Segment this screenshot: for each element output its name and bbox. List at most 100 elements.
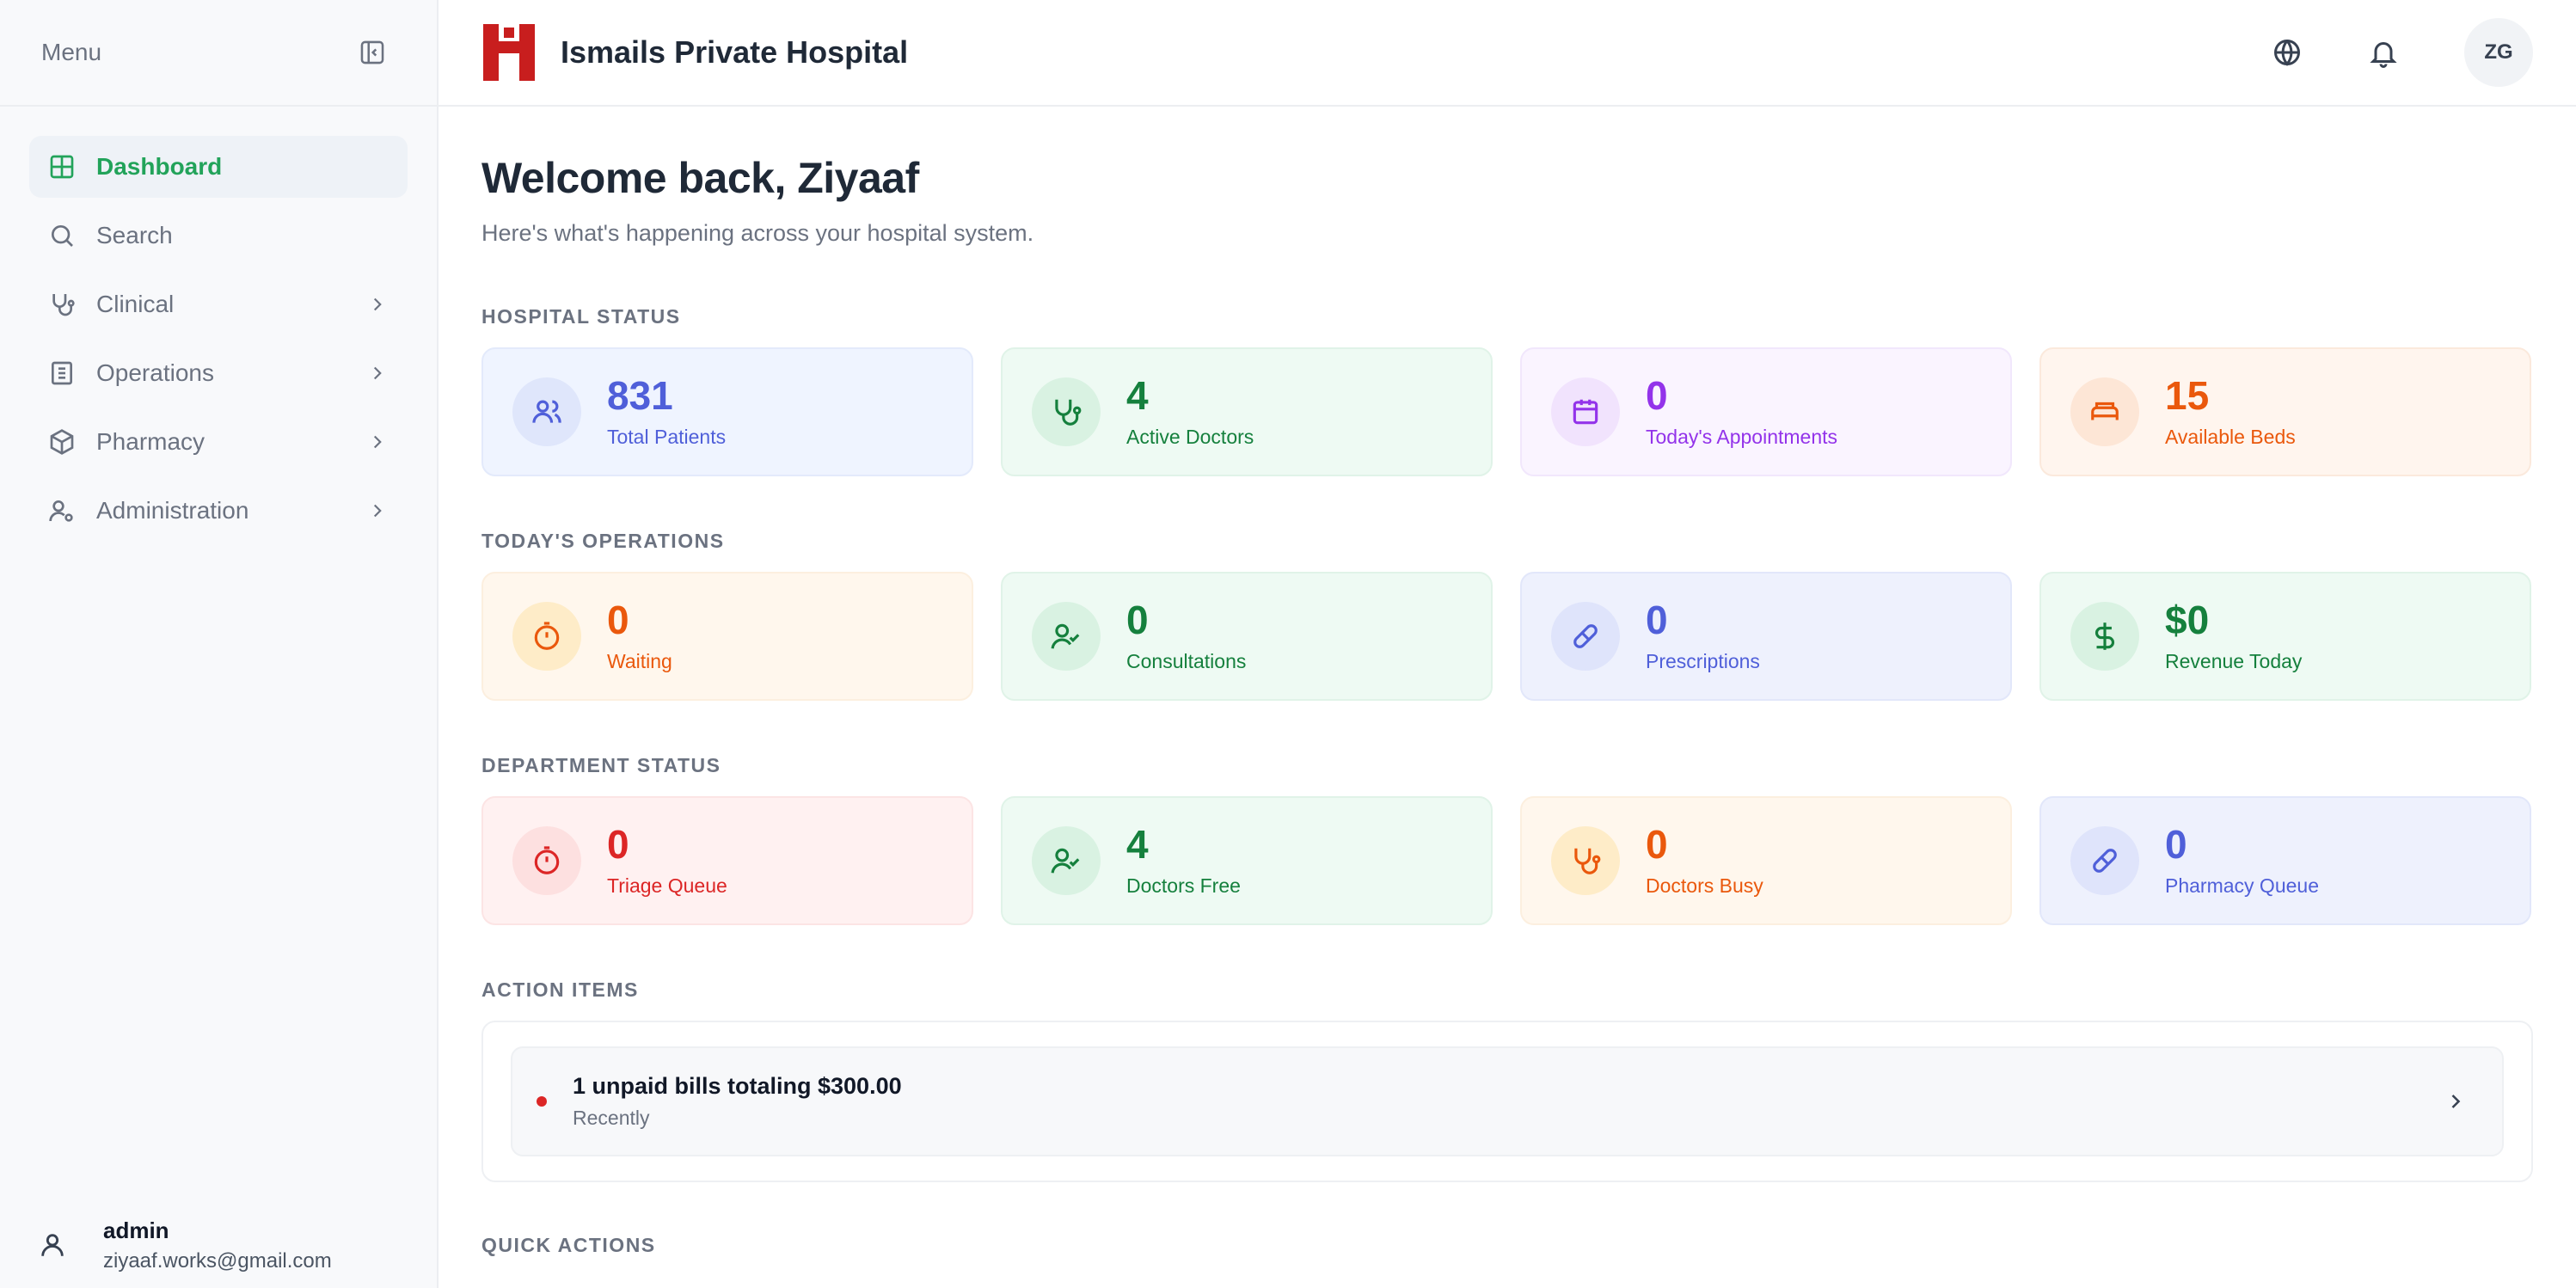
sidebar-item-label: Search (96, 222, 173, 248)
bed-icon-wrap (2070, 377, 2139, 446)
hospital-name: Ismails Private Hospital (561, 34, 909, 70)
sidebar-item-search[interactable]: Search (29, 205, 408, 267)
department-status-grid: 0 Triage Queue 4 Doctors Free 0 Doctors … (481, 796, 2533, 925)
section-label-hospital-status: HOSPITAL STATUS (481, 305, 681, 328)
stethoscope-icon-wrap (1032, 377, 1101, 446)
hospital-status-grid: 831 Total Patients 4 Active Doctors 0 To… (481, 347, 2533, 476)
timer-icon-wrap (512, 602, 581, 671)
chevron-right-icon (373, 366, 382, 380)
stat-label: Waiting (607, 649, 672, 672)
user-profile[interactable]: admin ziyaaf.works@gmail.com (0, 1202, 437, 1288)
stat-value: 0 (2165, 821, 2187, 867)
user-email: ziyaaf.works@gmail.com (103, 1248, 332, 1273)
stat-value: 0 (1646, 821, 1668, 867)
avatar[interactable]: ZG (2464, 18, 2533, 87)
stat-label: Consultations (1126, 649, 1247, 672)
sidebar-item-label: Operations (96, 359, 214, 386)
building-icon (52, 361, 72, 385)
top-bar: Ismails Private Hospital ZG (439, 0, 2576, 107)
stat-card-active-doctors[interactable]: 4 Active Doctors (1001, 347, 1493, 476)
stat-value: 0 (1646, 372, 1668, 418)
chevron-right-icon (373, 504, 382, 518)
chevron-right-icon (373, 435, 382, 449)
section-label-todays-operations: TODAY'S OPERATIONS (481, 530, 725, 552)
stat-card-doctors-free[interactable]: 4 Doctors Free (1001, 796, 1493, 925)
stethoscope-icon (52, 294, 75, 316)
chevron-right-icon (2451, 1095, 2461, 1108)
stat-card-doctors-busy[interactable]: 0 Doctors Busy (1520, 796, 2012, 925)
stat-label: Active Doctors (1126, 425, 1254, 448)
sidebar-item-dashboard[interactable]: Dashboard (29, 136, 408, 198)
sidebar-header: Menu (0, 0, 437, 107)
timer-icon-wrap (512, 826, 581, 895)
stat-label: Pharmacy Queue (2165, 874, 2319, 897)
pill-icon (2093, 849, 2117, 873)
timer-icon (534, 622, 560, 650)
stat-label: Prescriptions (1646, 649, 1760, 672)
todays-operations-grid: 0 Waiting 0 Consultations 0 Prescription… (481, 572, 2533, 701)
stat-card-todays-appointments[interactable]: 0 Today's Appointments (1520, 347, 2012, 476)
bed-icon (2091, 402, 2119, 420)
stat-value: $0 (2165, 597, 2210, 642)
section-label-quick-actions: QUICK ACTIONS (481, 1234, 656, 1256)
dollar-icon (2095, 623, 2114, 650)
action-item-subtitle: Recently (573, 1107, 650, 1129)
stat-value: 4 (1126, 821, 1149, 867)
stat-card-triage-queue[interactable]: 0 Triage Queue (481, 796, 973, 925)
stat-card-pharmacy-queue[interactable]: 0 Pharmacy Queue (2039, 796, 2531, 925)
stat-value: 0 (1646, 597, 1668, 642)
stat-label: Revenue Today (2165, 649, 2303, 672)
stat-value: 15 (2165, 372, 2210, 418)
page-title: Welcome back, Ziyaaf (481, 154, 919, 202)
sidebar-item-label: Clinical (96, 291, 175, 317)
stat-label: Today's Appointments (1646, 425, 1838, 448)
sidebar-item-pharmacy[interactable]: Pharmacy (29, 411, 408, 473)
user-name: admin (103, 1217, 169, 1243)
stethoscope-icon (1055, 399, 1082, 426)
brand: Ismails Private Hospital (483, 24, 908, 81)
stat-value: 0 (607, 821, 629, 867)
pill-icon (1573, 624, 1598, 648)
stat-card-available-beds[interactable]: 15 Available Beds (2039, 347, 2531, 476)
dashboard-content: Welcome back, Ziyaaf Here's what's happe… (439, 107, 2576, 1257)
dashboard-icon (50, 155, 74, 179)
stat-card-prescriptions[interactable]: 0 Prescriptions (1520, 572, 2012, 701)
calendar-icon-wrap (1551, 377, 1620, 446)
user-check-icon-wrap (1032, 826, 1101, 895)
action-item[interactable]: 1 unpaid bills totaling $300.00 Recently (511, 1046, 2504, 1156)
calendar-icon (1573, 399, 1598, 425)
user-check-icon-wrap (1032, 602, 1101, 671)
user-check-icon (1051, 848, 1080, 874)
sidebar-nav: Dashboard Search Clinical Operations Pha… (0, 107, 437, 578)
stethoscope-icon-wrap (1551, 826, 1620, 895)
stat-label: Doctors Busy (1646, 874, 1763, 897)
pill-icon-wrap (2070, 826, 2139, 895)
stat-value: 0 (1126, 597, 1149, 642)
users-icon-wrap (512, 377, 581, 446)
sidebar: Menu Dashboard Search Clinical Operation… (0, 0, 439, 1288)
stat-label: Available Beds (2165, 425, 2296, 448)
bell-icon[interactable] (2368, 37, 2399, 68)
top-actions: ZG (2272, 18, 2533, 87)
sidebar-item-label: Pharmacy (96, 428, 205, 455)
section-label-department-status: DEPARTMENT STATUS (481, 754, 721, 776)
globe-icon[interactable] (2272, 37, 2303, 68)
sidebar-collapse-icon[interactable] (358, 38, 387, 67)
sidebar-item-label: Administration (96, 497, 249, 524)
menu-label: Menu (41, 39, 102, 65)
sidebar-item-administration[interactable]: Administration (29, 480, 408, 542)
sidebar-item-clinical[interactable]: Clinical (29, 273, 408, 335)
user-check-icon (1051, 623, 1080, 649)
stat-value: 4 (1126, 372, 1149, 418)
sidebar-item-operations[interactable]: Operations (29, 342, 408, 404)
section-label-action-items: ACTION ITEMS (481, 978, 639, 1001)
dollar-icon-wrap (2070, 602, 2139, 671)
stat-card-waiting[interactable]: 0 Waiting (481, 572, 973, 701)
stat-card-revenue-today[interactable]: $0 Revenue Today (2039, 572, 2531, 701)
timer-icon (534, 846, 560, 874)
stat-card-consultations[interactable]: 0 Consultations (1001, 572, 1493, 701)
box-icon (50, 429, 74, 455)
stat-card-total-patients[interactable]: 831 Total Patients (481, 347, 973, 476)
action-items-panel: 1 unpaid bills totaling $300.00 Recently (481, 1021, 2533, 1182)
user-icon (41, 1234, 64, 1256)
